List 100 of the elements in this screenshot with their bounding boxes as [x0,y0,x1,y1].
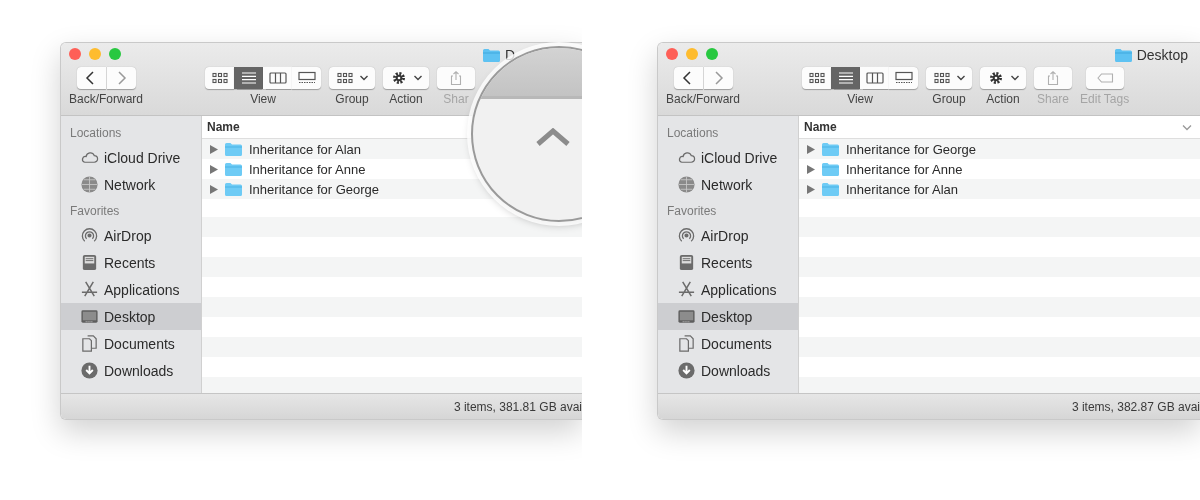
file-item[interactable]: Inheritance for Anne [807,159,963,179]
file-name: Inheritance for Alan [846,181,959,197]
sidebar-item[interactable]: Downloads [61,357,201,384]
globe-icon [677,175,696,194]
file-name: Inheritance for Alan [249,141,362,157]
grid-icon [932,71,953,85]
file-name: Inheritance for Anne [249,161,366,177]
folder-icon [822,162,839,176]
sidebar-item[interactable]: iCloud Drive [61,144,201,171]
view-mode-button[interactable] [263,67,293,89]
file-name: Inheritance for George [249,181,380,197]
view-mode-button[interactable] [205,67,235,89]
file-item[interactable]: Inheritance for George [210,179,380,199]
close-button[interactable] [69,48,81,60]
file-item[interactable]: Inheritance for George [807,139,977,159]
file-item[interactable]: Inheritance for Alan [807,179,959,199]
status-text: 3 items, 382.87 GB avai [1071,399,1200,414]
file-item[interactable]: Inheritance for Anne [210,159,366,179]
view-mode-button[interactable] [802,67,832,89]
close-button[interactable] [666,48,678,60]
folder-icon [225,182,242,196]
toolbar-label: Back/Forward [69,92,144,106]
folder-icon [225,142,242,156]
desktop-icon [80,307,99,326]
grid-icon [806,71,827,85]
download-icon [677,361,696,380]
file-name: Inheritance for Anne [846,161,963,177]
caret-icon [535,128,571,146]
sidebar-item[interactable]: Desktop [61,303,201,330]
sidebar-item[interactable]: Desktop [658,303,798,330]
sidebar-item[interactable]: AirDrop [61,222,201,249]
view-mode-button[interactable] [292,67,322,89]
disclosure-triangle-icon[interactable] [210,144,218,154]
caret-icon [413,74,424,82]
view-mode-button[interactable] [234,67,264,89]
disclosure-triangle-icon[interactable] [807,164,815,174]
columns-icon [267,71,288,85]
gallery-icon [893,71,914,85]
tray-icon [677,253,696,272]
caret-icon [359,74,370,82]
sidebar-item[interactable]: Recents [61,249,201,276]
toolbar-label: View [847,92,873,106]
sidebar-item[interactable]: Network [61,171,201,198]
action-button[interactable] [980,67,1027,89]
toolbar-label: Edit Tags [1080,92,1130,106]
documents-icon [80,334,99,353]
sidebar-item[interactable]: Documents [61,330,201,357]
column-header[interactable]: Name [207,120,240,134]
columns-icon [864,71,885,85]
desktop-icon [677,307,696,326]
sidebar-item[interactable]: Applications [61,276,201,303]
back-button[interactable] [673,67,703,89]
folder-icon [822,182,839,196]
chevron-icon [1182,123,1192,131]
disclosure-triangle-icon[interactable] [807,184,815,194]
file-name: Inheritance for George [846,141,977,157]
sidebar-heading: Favorites [69,203,121,220]
disclosure-triangle-icon[interactable] [807,144,815,154]
disclosure-triangle-icon[interactable] [210,164,218,174]
sidebar-item[interactable]: Downloads [658,357,798,384]
documents-icon [677,334,696,353]
sidebar-heading: Locations [69,125,123,142]
toolbar-label: View [250,92,276,106]
sidebar-item[interactable]: Recents [658,249,798,276]
group-button[interactable] [329,67,376,89]
toolbar-label: Action [389,92,423,106]
gallery-icon [296,71,317,85]
toolbar-label: Action [986,92,1020,106]
action-button[interactable] [383,67,430,89]
sidebar-item[interactable]: Documents [658,330,798,357]
sidebar-item[interactable]: iCloud Drive [658,144,798,171]
tray-icon [80,253,99,272]
window-title: Desktop [1136,47,1188,63]
download-icon [80,361,99,380]
view-mode-button[interactable] [889,67,919,89]
window-title: D [505,47,516,63]
view-mode-button[interactable] [860,67,890,89]
sidebar-item[interactable]: Applications [658,276,798,303]
grid-icon [209,71,230,85]
app-store-icon [677,280,696,299]
back-button[interactable] [76,67,106,89]
grid-icon [335,71,356,85]
folder-icon [822,142,839,156]
sidebar-item[interactable]: AirDrop [658,222,798,249]
sidebar-item[interactable]: Network [658,171,798,198]
caret-icon [1010,74,1021,82]
folder-icon [483,48,500,62]
view-mode-button[interactable] [831,67,861,89]
file-item[interactable]: Inheritance for Alan [210,139,362,159]
disclosure-triangle-icon[interactable] [210,184,218,194]
folder-icon [225,162,242,176]
column-header[interactable]: Name [804,120,837,134]
sidebar-heading: Locations [666,125,720,142]
folder-icon [1114,48,1132,62]
group-button[interactable] [926,67,973,89]
toolbar-label: Share [1037,92,1070,106]
globe-icon [80,175,99,194]
toolbar-label: Shar [443,92,469,106]
sidebar-heading: Favorites [666,203,718,220]
app-store-icon [80,280,99,299]
